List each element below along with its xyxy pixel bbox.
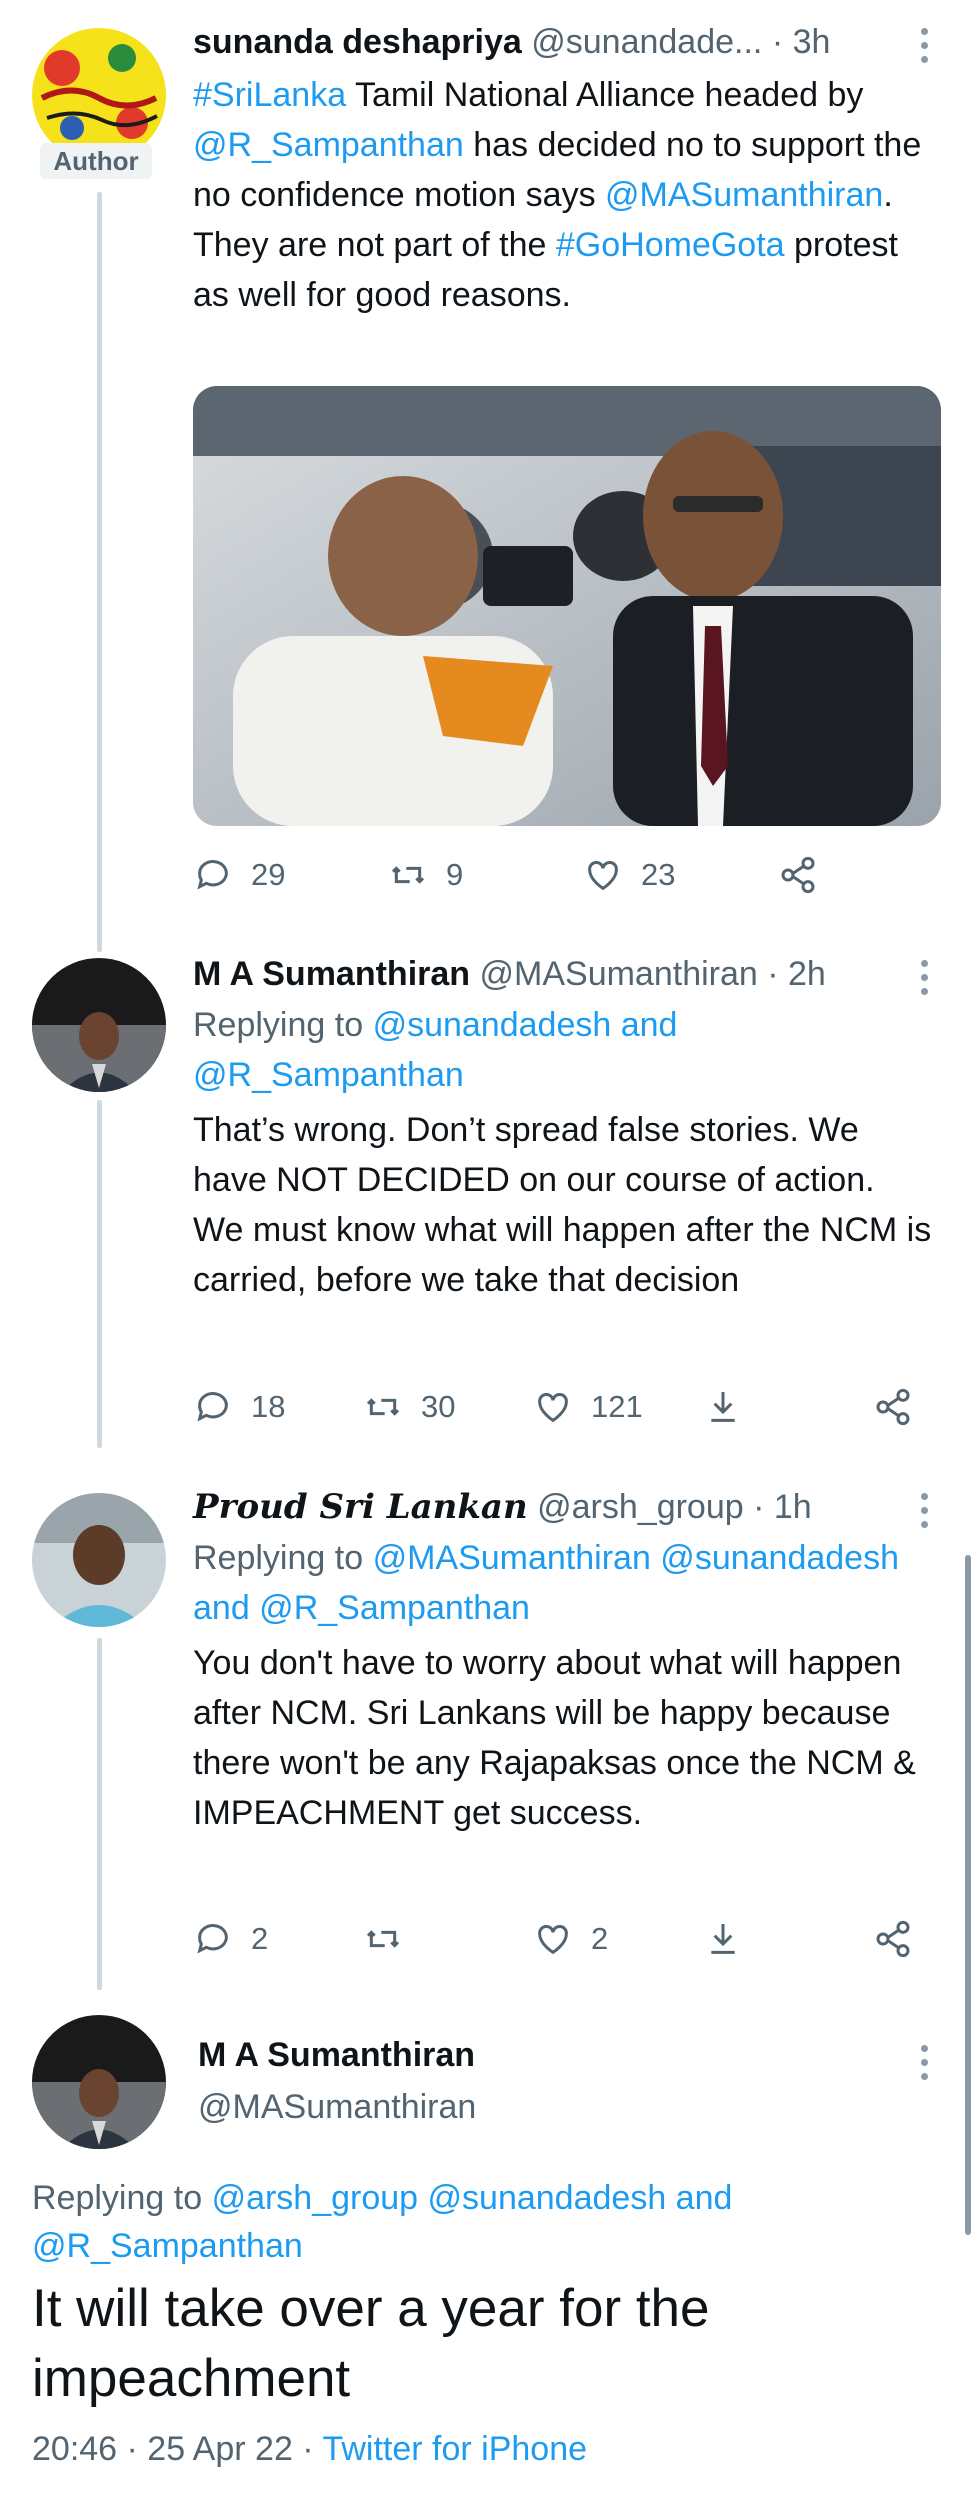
reply-count: 2	[251, 1921, 269, 1956]
like-count: 2	[591, 1921, 609, 1956]
like-icon	[538, 1393, 568, 1423]
avatar-sunanda[interactable]	[32, 28, 166, 162]
share-button[interactable]	[873, 1382, 913, 1432]
share-icon	[876, 1920, 910, 1958]
retweet-icon	[391, 866, 425, 884]
retweet-button[interactable]: 9	[388, 850, 463, 900]
bookmark-icon	[711, 1924, 735, 1954]
tweet-header: Proud Sri Lankan @arsh_group · 1h	[193, 1485, 812, 1529]
reply-icon	[197, 1924, 228, 1954]
mention-link[interactable]: @R_Sampanthan	[193, 126, 464, 164]
tweet-sumanthiran-reply[interactable]: M A Sumanthiran @MASumanthiran · 2h Repl…	[0, 940, 971, 1460]
like-icon	[588, 861, 618, 891]
user-handle[interactable]: @arsh_group	[537, 1488, 744, 1526]
user-handle[interactable]: @sunandade...	[531, 23, 762, 61]
retweet-button[interactable]	[363, 1914, 421, 1964]
more-icon[interactable]	[921, 2045, 931, 2087]
bookmark-button[interactable]	[703, 1382, 743, 1432]
reply-icon	[197, 1392, 228, 1422]
tweet-timestamp: 20:46 · 25 Apr 22 ·	[32, 2430, 323, 2468]
tweet-text: You don't have to worry about what will …	[193, 1644, 916, 1832]
like-icon	[538, 1925, 568, 1955]
replying-to: Replying to @MASumanthiran @sunandadesh …	[193, 1533, 933, 1633]
scrollbar[interactable]	[965, 1555, 971, 2235]
tweet-text: That’s wrong. Don’t spread false stories…	[193, 1111, 932, 1299]
avatar-sumanthiran[interactable]	[32, 958, 166, 1092]
main-tweet-header: M A Sumanthiran @MASumanthiran	[198, 2033, 476, 2129]
thread-line	[97, 1100, 102, 1448]
tweet-time[interactable]: · 3h	[772, 23, 831, 61]
avatar-main-sumanthiran[interactable]	[32, 2015, 166, 2149]
retweet-icon	[366, 1398, 400, 1416]
display-name[interactable]: M A Sumanthiran	[193, 955, 470, 993]
reply-button[interactable]: 18	[193, 1382, 285, 1432]
main-tweet-text: It will take over a year for the impeach…	[32, 2279, 710, 2408]
main-replying-to: Replying to @arsh_group @sunandadesh and…	[32, 2174, 932, 2270]
replying-label: Replying to	[193, 1006, 364, 1044]
display-name[interactable]: sunanda deshapriya	[193, 23, 522, 61]
tweet-time[interactable]: · 2h	[767, 955, 826, 993]
tweet-proud-sri-lankan[interactable]: Proud Sri Lankan @arsh_group · 1h Replyi…	[0, 1473, 971, 2003]
bookmark-button[interactable]	[703, 1914, 743, 1964]
reply-icon	[197, 860, 228, 890]
tweet-meta: 20:46 · 25 Apr 22 · Twitter for iPhone	[32, 2430, 587, 2469]
tweet-actions: 29 9 23	[193, 850, 933, 900]
like-button[interactable]: 121	[533, 1382, 643, 1432]
like-count: 121	[591, 1389, 643, 1424]
reply-button[interactable]: 2	[193, 1914, 268, 1964]
like-count: 23	[641, 857, 676, 892]
share-button[interactable]	[778, 850, 818, 900]
tweet-actions: 2 2	[193, 1914, 933, 1964]
avatar-proud-sri-lankan[interactable]	[32, 1493, 166, 1627]
retweet-button[interactable]: 30	[363, 1382, 455, 1432]
thread-line	[97, 192, 102, 952]
reply-count: 29	[251, 857, 286, 892]
tweet-sunanda[interactable]: Author sunanda deshapriya @sunandade... …	[0, 0, 971, 952]
tweet-photo[interactable]	[193, 386, 941, 826]
user-handle[interactable]: @MASumanthiran	[480, 955, 758, 993]
retweet-icon	[366, 1930, 400, 1948]
hashtag-link[interactable]: #GoHomeGota	[556, 226, 785, 264]
tweet-time[interactable]: · 1h	[753, 1488, 812, 1526]
mention-link[interactable]: @MASumanthiran	[605, 176, 883, 214]
more-icon[interactable]	[921, 960, 931, 1002]
display-name[interactable]: Proud Sri Lankan	[193, 1487, 528, 1527]
author-badge: Author	[40, 143, 152, 179]
reply-count: 18	[251, 1389, 286, 1424]
tweet-source-link[interactable]: Twitter for iPhone	[322, 2430, 587, 2468]
thread-line	[97, 1638, 102, 1990]
more-icon[interactable]	[921, 28, 931, 70]
replying-label: Replying to	[193, 1539, 364, 1577]
tweet-actions: 18 30 121	[193, 1382, 933, 1432]
share-button[interactable]	[873, 1914, 913, 1964]
like-button[interactable]: 2	[533, 1914, 608, 1964]
replying-to: Replying to @sunandadesh and @R_Sampanth…	[193, 1000, 933, 1100]
tweet-header: M A Sumanthiran @MASumanthiran · 2h	[193, 952, 826, 996]
retweet-count: 30	[421, 1389, 456, 1424]
user-handle[interactable]: @MASumanthiran	[198, 2085, 476, 2129]
hashtag-link[interactable]: #SriLanka	[193, 76, 346, 114]
share-icon	[876, 1388, 910, 1426]
display-name[interactable]: M A Sumanthiran	[198, 2033, 476, 2077]
reply-button[interactable]: 29	[193, 850, 285, 900]
replying-label: Replying to	[32, 2179, 203, 2217]
share-icon	[781, 856, 815, 894]
more-icon[interactable]	[921, 1493, 931, 1535]
retweet-count: 9	[446, 857, 464, 892]
bookmark-icon	[711, 1392, 735, 1422]
tweet-header: sunanda deshapriya @sunandade... · 3h	[193, 20, 830, 64]
tweet-text: #SriLanka Tamil National Alliance headed…	[193, 76, 922, 314]
like-button[interactable]: 23	[583, 850, 675, 900]
